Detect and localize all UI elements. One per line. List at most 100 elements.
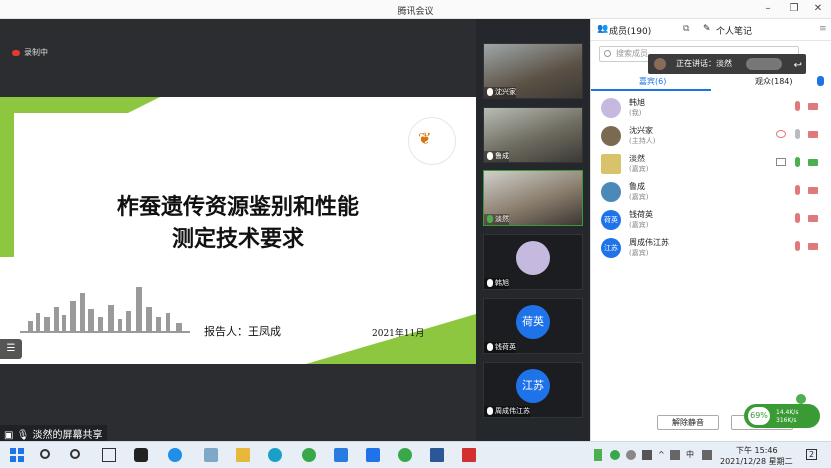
share-mic-icon: 🎙 <box>16 430 30 441</box>
pdf-icon[interactable] <box>462 448 476 462</box>
member-name: 钱荷英 <box>629 210 653 219</box>
screen-view-icon <box>776 130 786 138</box>
mic-icon <box>487 343 493 351</box>
recording-cloud-icon <box>12 49 20 56</box>
tray-wechat-icon[interactable] <box>610 450 620 460</box>
popout-icon[interactable]: ⧉ <box>683 24 689 34</box>
task-view-icon[interactable] <box>102 448 116 462</box>
panel-menu-icon[interactable]: ≡ <box>819 24 827 34</box>
member-row[interactable]: 鲁成 (嘉宾) <box>601 179 826 205</box>
screen-share-label: ▣ 🎙 淡然的屏幕共享 <box>0 425 107 442</box>
slide-logo <box>408 117 456 165</box>
member-name: 周成伟江苏 <box>629 238 669 247</box>
unmute-all-button[interactable]: 解除静音 <box>657 415 719 430</box>
member-avatar <box>601 182 621 202</box>
tab-audience[interactable]: 观众(184) <box>755 76 793 87</box>
tile-name-bar: 周成伟江苏 <box>484 406 530 417</box>
ie-icon[interactable] <box>168 448 182 462</box>
recording-indicator[interactable]: 录制中 <box>12 47 48 58</box>
tile-name-bar: 钱荷英 <box>484 342 516 353</box>
camera-off-icon[interactable] <box>808 187 818 194</box>
file-explorer-icon[interactable] <box>236 448 250 462</box>
minimize-button[interactable]: – <box>758 1 778 17</box>
camera-off-icon[interactable] <box>808 243 818 250</box>
video-tile[interactable]: 鲁成 <box>483 107 583 163</box>
tencent-meeting-icon[interactable] <box>366 448 380 462</box>
browser-icon[interactable] <box>302 448 316 462</box>
clock-date[interactable]: 2021/12/28 星期二 <box>720 456 793 467</box>
mic-icon[interactable] <box>795 129 800 139</box>
tray-chevron-icon[interactable]: ^ <box>658 450 665 459</box>
app-icon[interactable] <box>134 448 148 462</box>
member-row[interactable]: 沈兴家 (主持人) <box>601 123 826 149</box>
tile-name-bar: 沈兴家 <box>484 87 516 98</box>
cortana-icon[interactable] <box>70 449 80 459</box>
slide-decoration-bottom-right <box>306 314 476 364</box>
members-panel: 👥 成员(190) ⧉ ✎ 个人笔记 ≡ 搜索成员 正在讲话：淡然 ↩ 嘉宾(6… <box>590 19 831 441</box>
mic-muted-icon[interactable] <box>795 213 800 223</box>
video-tile[interactable]: 江苏 周成伟江苏 <box>483 362 583 418</box>
tile-name: 沈兴家 <box>495 88 516 96</box>
app-icon[interactable] <box>204 448 218 462</box>
search-icon[interactable] <box>40 449 50 459</box>
tile-name: 钱荷英 <box>495 343 516 351</box>
camera-off-icon[interactable] <box>808 103 818 110</box>
battery-icon[interactable] <box>594 449 602 461</box>
member-row[interactable]: 荷英 钱荷英 (嘉宾) <box>601 207 826 233</box>
member-subtabs: 嘉宾(6) 观众(184) <box>591 74 831 91</box>
restore-button[interactable]: ❐ <box>784 1 804 17</box>
camera-off-icon[interactable] <box>808 131 818 138</box>
reply-icon[interactable]: ↩ <box>794 56 802 76</box>
mic-muted-icon[interactable] <box>795 185 800 195</box>
video-tile[interactable]: 韩旭 <box>483 234 583 290</box>
mic-muted-icon[interactable] <box>795 241 800 251</box>
member-name: 淡然 <box>629 154 645 163</box>
tray-app-icon[interactable] <box>642 450 652 460</box>
member-row[interactable]: 韩旭 (我) <box>601 95 826 121</box>
tray-app-icon[interactable] <box>626 450 636 460</box>
video-tile[interactable]: 淡然 <box>483 170 583 226</box>
raise-hand-icon[interactable] <box>817 76 824 86</box>
network-icon[interactable] <box>670 450 680 460</box>
slide-decoration-top <box>0 97 160 113</box>
tab-guests[interactable]: 嘉宾(6) <box>639 76 666 87</box>
app-icon[interactable] <box>334 448 348 462</box>
mic-icon <box>487 152 493 160</box>
network-percent: 69% <box>748 407 770 425</box>
share-owner-label: 淡然的屏幕共享 <box>32 430 103 441</box>
member-name: 鲁成 <box>629 182 645 191</box>
member-row[interactable]: 淡然 (嘉宾) <box>601 151 826 177</box>
tab-members[interactable]: 成员(190) <box>609 24 651 37</box>
video-tile[interactable]: 荷英 钱荷英 <box>483 298 583 354</box>
member-avatar <box>601 98 621 118</box>
windows-taskbar: ^ 中 下午 15:46 2021/12/28 星期二 2 <box>0 441 831 468</box>
camera-off-icon[interactable] <box>808 215 818 222</box>
edge-icon[interactable] <box>268 448 282 462</box>
wechat-icon[interactable] <box>398 448 412 462</box>
tab-notes[interactable]: 个人笔记 <box>716 24 752 37</box>
mic-icon <box>487 279 493 287</box>
camera-on-icon[interactable] <box>808 159 818 166</box>
mic-muted-icon[interactable] <box>795 101 800 111</box>
member-name: 沈兴家 <box>629 126 653 135</box>
window-title: 腾讯会议 <box>397 7 434 17</box>
mic-active-icon[interactable] <box>795 157 800 167</box>
member-row[interactable]: 江苏 周成伟江苏 (嘉宾) <box>601 235 826 261</box>
member-avatar: 荷英 <box>601 210 621 230</box>
video-tile[interactable]: 沈兴家 <box>483 43 583 99</box>
word-icon[interactable] <box>430 448 444 462</box>
clock-time[interactable]: 下午 15:46 <box>736 445 778 456</box>
tile-name: 周成伟江苏 <box>495 407 530 415</box>
toolbar-toggle-icon[interactable]: ☰ <box>0 339 22 359</box>
tile-name: 淡然 <box>495 215 509 223</box>
network-speed-widget[interactable]: 69% 14.4K/s 316K/s <box>744 394 824 432</box>
download-speed: 316K/s <box>776 417 797 424</box>
windows-start-icon[interactable] <box>10 448 24 462</box>
ime-indicator[interactable]: 中 <box>686 449 694 460</box>
notification-count[interactable]: 2 <box>806 449 818 460</box>
close-button[interactable]: ✕ <box>808 1 828 17</box>
volume-icon[interactable] <box>702 450 712 460</box>
title-bar: 腾讯会议 – ❐ ✕ <box>0 0 831 19</box>
member-avatar <box>601 126 621 146</box>
member-avatar: 江苏 <box>601 238 621 258</box>
